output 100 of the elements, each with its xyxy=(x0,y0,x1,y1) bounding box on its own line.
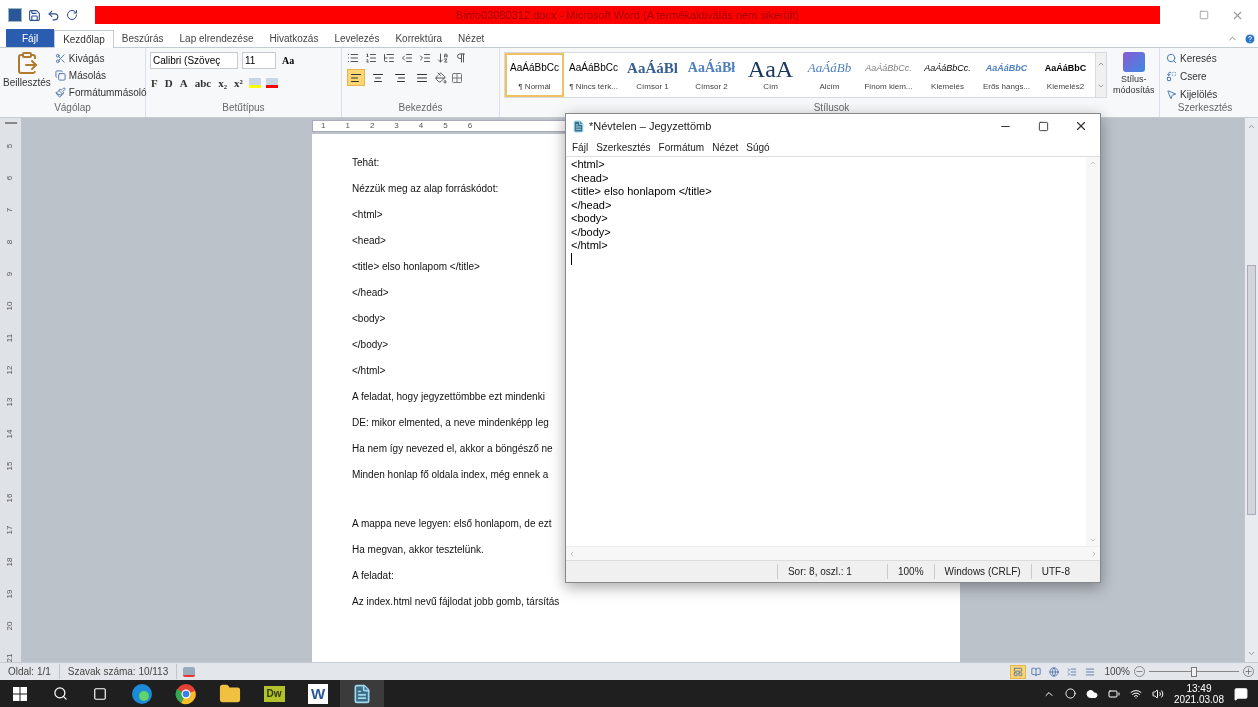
outdent-icon[interactable] xyxy=(401,52,413,64)
style-gallery-item[interactable]: AaA Cím xyxy=(741,53,800,97)
cloud-icon[interactable] xyxy=(1085,687,1098,700)
editing-button[interactable]: Kijelölés xyxy=(1166,87,1244,102)
notepad-icon xyxy=(572,119,585,133)
ruler-number: 1 xyxy=(321,120,326,132)
pilcrow-icon[interactable] xyxy=(455,52,467,64)
document-paragraph: </head> xyxy=(352,286,389,299)
menu-item[interactable]: Szerkesztés xyxy=(596,139,651,155)
editor-line: <head> xyxy=(571,171,610,185)
undo-icon[interactable] xyxy=(47,8,60,22)
zoom-in-icon[interactable] xyxy=(1243,666,1254,677)
style-preview: AaÁáBbCc xyxy=(510,60,559,75)
style-gallery-item[interactable]: AaÁáBbCc. Finom kiem... xyxy=(859,53,918,97)
change-styles-button[interactable]: Stílus-módosítás xyxy=(1108,52,1159,96)
clipboard-button[interactable]: Kivágás xyxy=(54,51,147,66)
document-paragraph: A feladat, hogy jegyzettömbbe ezt mindenki xyxy=(352,390,545,403)
ribbon-tab[interactable]: Fájl xyxy=(6,29,55,47)
windows-start-icon[interactable] xyxy=(13,686,27,701)
window-title: Binfo03080312.docx - Microsoft Word (A termékaktiválás nem sikerült) xyxy=(95,6,1160,24)
format-button[interactable]: A xyxy=(178,75,189,92)
zoom-slider[interactable] xyxy=(1149,665,1239,678)
ruler-number: 1 xyxy=(345,120,350,132)
style-gallery-item[interactable]: AaÁáBb Alcím xyxy=(800,53,859,97)
editing-button[interactable]: Keresés xyxy=(1166,51,1244,66)
style-gallery-item[interactable]: AaÁáBbC Kiemelés2 xyxy=(1036,53,1095,97)
indent-icon[interactable] xyxy=(419,52,431,64)
font-family-field[interactable]: Calibri (Szöveç xyxy=(150,52,238,69)
search-icon[interactable] xyxy=(52,686,68,701)
align-icon xyxy=(372,71,384,84)
close-icon[interactable] xyxy=(1074,119,1088,133)
format-button[interactable]: F xyxy=(150,75,159,92)
ribbon-tab[interactable]: Kezdőlap xyxy=(54,30,114,48)
document-paragraph: <title> elso honlapom </title> xyxy=(352,260,480,273)
style-gallery-item[interactable]: AaÁáBbCc. Kiemelés xyxy=(918,53,977,97)
wifi-icon[interactable] xyxy=(1129,687,1142,700)
taskbar-app[interactable] xyxy=(340,680,384,707)
ruler-number: 21 xyxy=(4,653,16,663)
style-gallery-item[interactable]: AaÁáBbC Erős hangs... xyxy=(977,53,1036,97)
menu-item[interactable]: Formátum xyxy=(658,139,705,155)
sort-icon[interactable] xyxy=(437,52,449,64)
style-preview: AaÁáBbCc. xyxy=(924,62,971,75)
style-label: ¶ Nincs térk... xyxy=(569,81,618,93)
scrollbar-thumb[interactable] xyxy=(1247,265,1256,515)
maximize-icon[interactable] xyxy=(1037,120,1049,132)
shading-icon[interactable] xyxy=(435,71,447,84)
format-button[interactable]: x² xyxy=(232,75,244,92)
style-gallery-item[interactable]: AaÁáBł Címsor 2 xyxy=(682,53,741,97)
borders-icon[interactable] xyxy=(451,71,463,84)
format-button[interactable]: D xyxy=(163,75,174,92)
style-label: Erős hangs... xyxy=(982,81,1031,93)
paste-button[interactable]: Beillesztés xyxy=(3,51,51,103)
word-count[interactable]: Szavak száma: 10/113 xyxy=(59,664,178,679)
numbering-icon[interactable] xyxy=(365,52,377,64)
menu-item[interactable]: Nézet xyxy=(712,139,739,155)
ribbon-tab[interactable]: Korrektúra xyxy=(387,29,451,47)
font-color-icon[interactable] xyxy=(265,78,278,89)
zoom-thumb[interactable] xyxy=(1191,666,1197,677)
bullets-icon[interactable] xyxy=(347,52,359,64)
ribbon-tab[interactable]: Hivatkozás xyxy=(261,29,327,47)
case-button[interactable]: Aa xyxy=(280,53,297,68)
ruler-number: 5 xyxy=(4,143,16,149)
ribbon-tab[interactable]: Beszúrás xyxy=(113,29,172,47)
editing-button[interactable]: Csere xyxy=(1166,69,1244,84)
taskbar-app[interactable]: W xyxy=(296,680,340,707)
align-button[interactable] xyxy=(347,69,365,86)
ribbon-tab[interactable]: Levelezés xyxy=(326,29,388,47)
style-gallery-item[interactable]: AaÁáBbCc ¶ Nincs térk... xyxy=(564,53,623,97)
help-icon[interactable] xyxy=(1244,33,1256,45)
zoom-percent[interactable]: 100% xyxy=(1100,664,1134,679)
format-button[interactable]: x₂ xyxy=(217,75,228,92)
ribbon-tab[interactable]: Lap elrendezése xyxy=(171,29,262,47)
style-label: ¶ Normál xyxy=(518,81,551,93)
save-icon[interactable] xyxy=(28,8,41,22)
multilevel-list-icon[interactable] xyxy=(383,52,395,64)
text-editor[interactable]: <html> <head> <title> elso honlapom </title> </head> <body> </body> </html> xyxy=(566,157,1086,546)
clock-date[interactable]: 2021.03.08 xyxy=(1173,693,1224,705)
battery-icon[interactable] xyxy=(1107,687,1120,700)
redo-icon[interactable] xyxy=(66,9,78,21)
ruler-tab-icon[interactable] xyxy=(4,122,17,124)
notification-icon[interactable] xyxy=(1234,686,1248,701)
ruler-number: 6 xyxy=(4,175,16,181)
taskbar-app[interactable]: Dw xyxy=(252,680,296,707)
font-size-field[interactable]: 11 xyxy=(242,52,276,69)
menu-item[interactable]: Súgó xyxy=(746,139,770,155)
ribbon-tab[interactable]: Nézet xyxy=(450,29,493,47)
format-button[interactable]: abc xyxy=(193,75,213,92)
page-count[interactable]: Oldal: 1/1 xyxy=(0,664,60,679)
view-button[interactable] xyxy=(1010,664,1027,679)
tray-app-icon[interactable] xyxy=(1064,688,1076,699)
clipboard-button[interactable]: Másolás xyxy=(54,68,147,83)
clock-time[interactable]: 13:49 xyxy=(1186,682,1212,694)
style-preview: AaÁáBbCc xyxy=(569,60,618,75)
style-gallery-item[interactable]: AaÁáBbCc ¶ Normál xyxy=(505,53,564,97)
clipboard-button[interactable]: Formátummásoló xyxy=(54,85,147,100)
volume-icon[interactable] xyxy=(1151,687,1164,700)
menu-item[interactable]: Fájl xyxy=(572,139,589,155)
style-gallery-item[interactable]: AaÁáBl Címsor 1 xyxy=(623,53,682,97)
task-view-icon[interactable] xyxy=(93,686,107,701)
style-preview: AaÁáBbCc. xyxy=(865,62,912,75)
